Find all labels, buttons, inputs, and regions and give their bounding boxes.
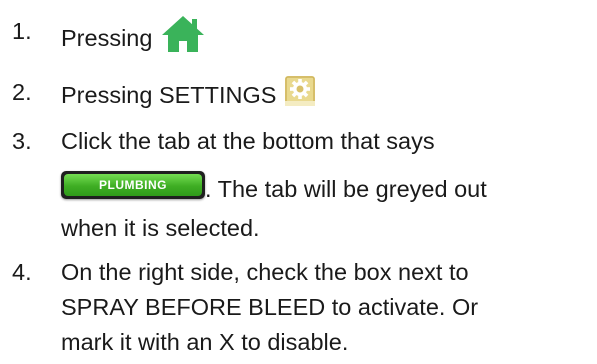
- step-text-line-2: PLUMBING. The tab will be greyed out: [61, 171, 487, 206]
- step-2-label: Pressing SETTINGS: [61, 82, 277, 108]
- step-text-line-1: Click the tab at the bottom that says: [61, 128, 435, 154]
- step-number: 4.: [12, 259, 32, 285]
- step-text-line-2: SPRAY BEFORE BLEED to activate. Or: [61, 294, 479, 320]
- step-text: Pressing: [61, 14, 206, 55]
- settings-icon: [285, 76, 316, 106]
- step-text-line-1: On the right side, check the box next to: [61, 259, 469, 285]
- step-text-line-3: mark it with an X to disable.: [61, 329, 349, 355]
- step-3-continuation: . The tab will be greyed out: [205, 176, 487, 202]
- step-number: 1.: [12, 18, 32, 44]
- home-icon: [162, 16, 205, 52]
- plumbing-button: PLUMBING: [61, 171, 205, 199]
- plumbing-button-label: PLUMBING: [64, 174, 202, 196]
- step-number: 3.: [12, 128, 32, 154]
- step-number: 2.: [12, 79, 32, 105]
- step-text-line-3: when it is selected.: [61, 215, 260, 241]
- step-1-label: Pressing: [61, 25, 153, 51]
- step-text: Pressing SETTINGS: [61, 75, 316, 112]
